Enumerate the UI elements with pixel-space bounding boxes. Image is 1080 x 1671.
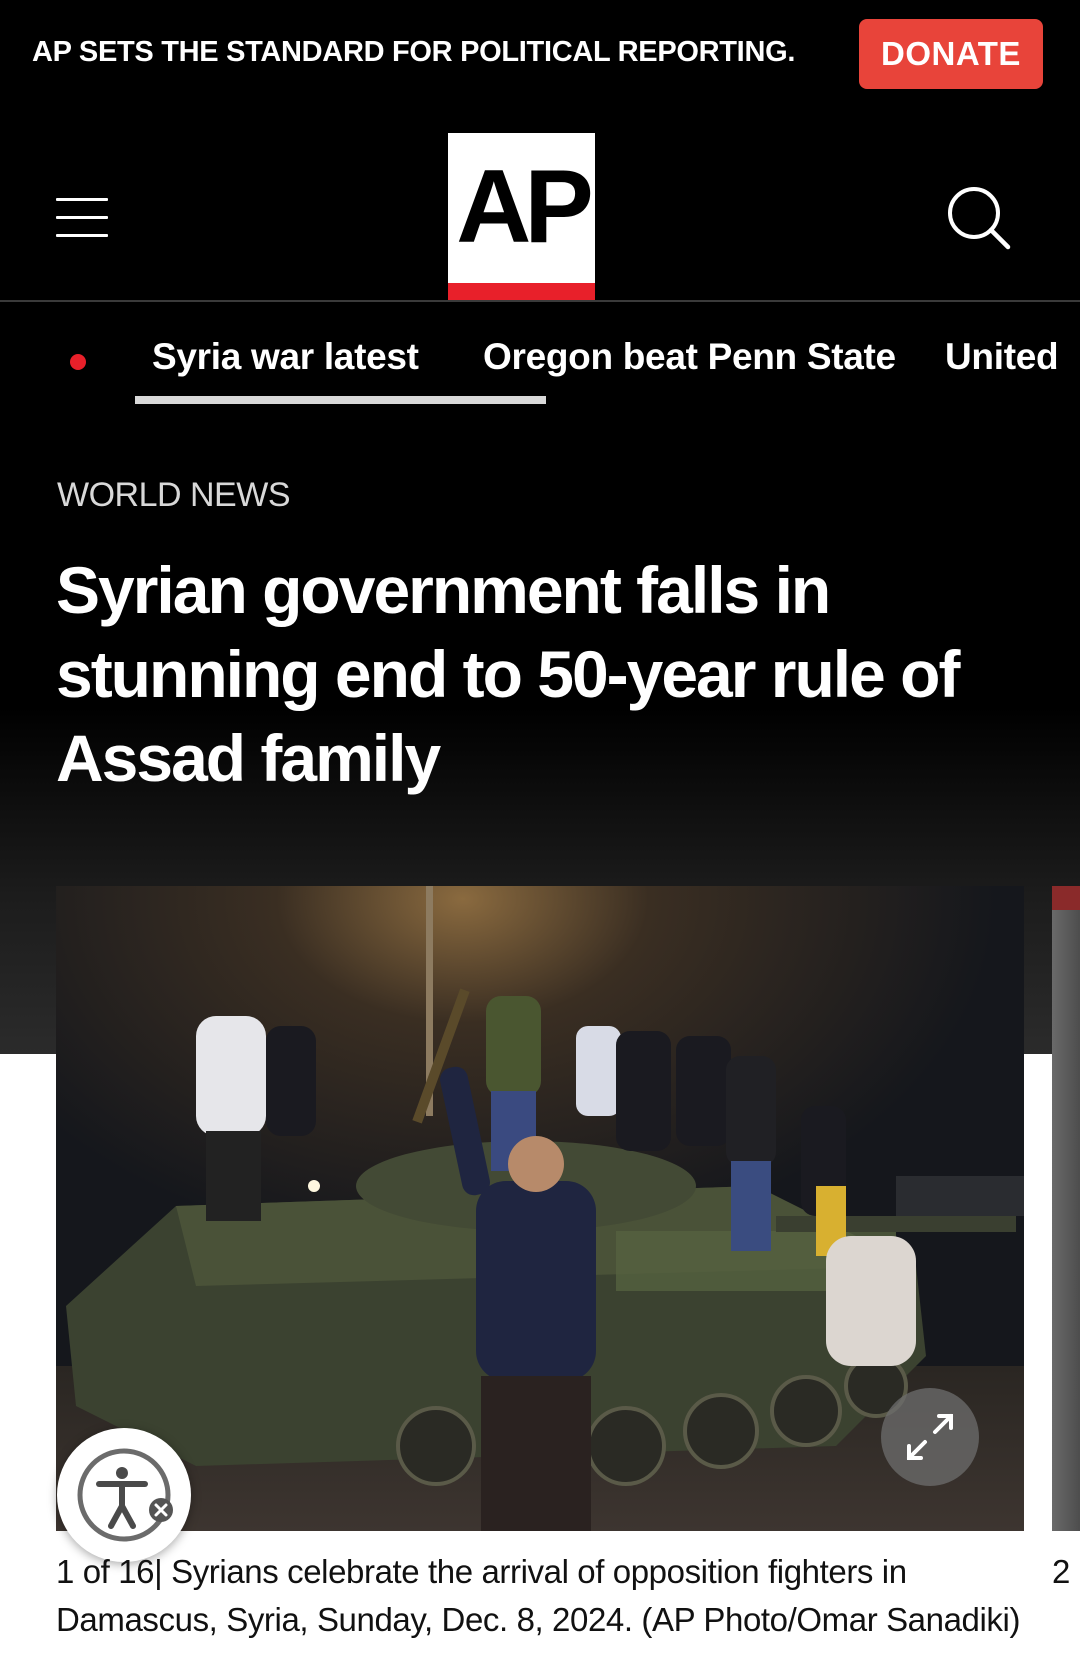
photo-caption: 1 of 16| Syrians celebrate the arrival o… bbox=[56, 1548, 1046, 1644]
logo-text: AP bbox=[456, 149, 593, 265]
next-photo-strip bbox=[1052, 886, 1080, 910]
expand-photo-button[interactable] bbox=[881, 1388, 979, 1486]
accessibility-icon bbox=[77, 1448, 173, 1542]
trending-item-syria[interactable]: Syria war latest bbox=[152, 336, 419, 378]
site-header: AP bbox=[0, 110, 1080, 302]
promo-bar: AP SETS THE STANDARD FOR POLITICAL REPOR… bbox=[0, 0, 1080, 110]
trending-item-united[interactable]: United bbox=[945, 336, 1059, 378]
caption-separator: | bbox=[154, 1553, 163, 1590]
hamburger-menu-icon[interactable] bbox=[56, 198, 108, 238]
live-dot bbox=[70, 354, 86, 370]
accessibility-button[interactable] bbox=[57, 1428, 191, 1562]
promo-text: AP SETS THE STANDARD FOR POLITICAL REPOR… bbox=[32, 36, 796, 68]
active-tab-indicator bbox=[135, 396, 546, 404]
headline: Syrian government falls in stunning end … bbox=[56, 553, 960, 795]
next-gallery-photo[interactable] bbox=[1052, 886, 1080, 1531]
gallery-counter: 1 of 16 bbox=[56, 1553, 155, 1590]
expand-icon bbox=[907, 1414, 953, 1460]
search-icon[interactable] bbox=[946, 185, 1012, 251]
caption-text: Syrians celebrate the arrival of opposit… bbox=[56, 1553, 1021, 1638]
donate-button[interactable]: DONATE bbox=[859, 19, 1043, 89]
trending-item-oregon[interactable]: Oregon beat Penn State bbox=[483, 336, 896, 378]
next-photo-caption: 2 of bbox=[1052, 1553, 1080, 1590]
gallery-photo[interactable] bbox=[56, 886, 1024, 1531]
logo-red-bar bbox=[448, 283, 595, 300]
trending-nav: Syria war latest Oregon beat Penn State … bbox=[0, 302, 1080, 422]
ap-logo[interactable]: AP bbox=[448, 133, 595, 300]
section-label[interactable]: WORLD NEWS bbox=[57, 476, 291, 515]
